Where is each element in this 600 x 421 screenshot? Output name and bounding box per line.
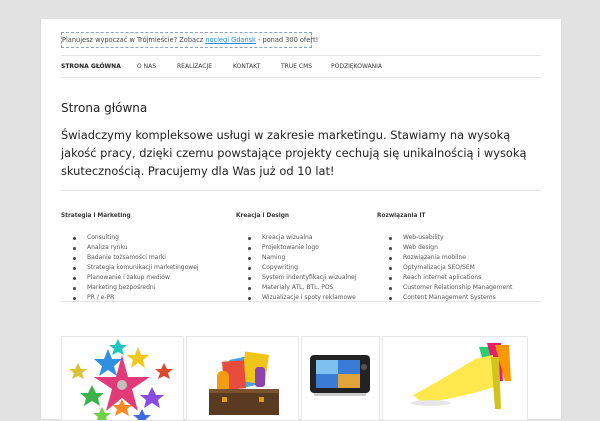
promo-banner: Planujesz wypoczać w Trójmieście? Zobacz… xyxy=(61,32,318,48)
list-item: Naming xyxy=(236,253,386,263)
list-item: Badanie tożsamości marki xyxy=(61,253,211,263)
promo-suffix: - ponad 300 ofert! xyxy=(257,36,319,44)
list-item: Planowanie i zakup mediów xyxy=(61,273,211,283)
list-item: System indentyfikacji wizualnej xyxy=(236,273,386,283)
column-heading: Strategia i Marketing xyxy=(61,213,131,219)
camera-device-image[interactable] xyxy=(301,336,380,421)
services-column-it: Rozwiązania IT Web-usability Web design … xyxy=(377,213,527,303)
column-heading: Kreacja i Design xyxy=(236,213,290,219)
nav-item-home[interactable]: STRONA GŁÓWNA xyxy=(61,56,121,77)
nav-item-realizations[interactable]: REALIZACJE xyxy=(177,56,212,77)
promo-prefix: Planujesz wypoczać w Trójmieście? Zobacz xyxy=(62,36,204,44)
list-item: Reach internet aplications xyxy=(377,273,527,283)
promo-link[interactable]: noclegi Gdańsk xyxy=(205,36,256,44)
list-item: Projektowanie logo xyxy=(236,243,386,253)
page-title: Strona główna xyxy=(61,101,148,115)
colorful-stars-image[interactable] xyxy=(61,336,184,421)
nav-item-thanks[interactable]: PODZIĘKOWANIA xyxy=(331,56,382,77)
list-item: Marketing bezpośredni xyxy=(61,283,211,293)
list-item: Kreacja wizualna xyxy=(236,233,386,243)
list-item: Strategia komunikacji marketingowej xyxy=(61,263,211,273)
list-item: Consulting xyxy=(61,233,211,243)
list-item: Rozwiązania mobilne xyxy=(377,253,527,263)
nav-item-contact[interactable]: KONTAKT xyxy=(233,56,260,77)
list-item: Analiza rynku xyxy=(61,243,211,253)
list-item: Web-usability xyxy=(377,233,527,243)
page-container: Planujesz wypoczać w Trójmieście? Zobacz… xyxy=(40,19,562,421)
nav-item-about[interactable]: O NAS xyxy=(137,56,156,77)
list-item: Web design xyxy=(377,243,527,253)
divider xyxy=(61,301,541,302)
list-item: Optymalizacja SEO/SEM xyxy=(377,263,527,273)
nav-item-true-cms[interactable]: TRUE CMS xyxy=(281,56,312,77)
suitcase-with-documents-image[interactable] xyxy=(186,336,299,421)
list-item: Customer Relationship Management xyxy=(377,283,527,293)
services-column-strategy: Strategia i Marketing Consulting Analiza… xyxy=(61,213,211,303)
intro-paragraph: Świadczymy kompleksowe usługi w zakresie… xyxy=(61,128,527,178)
list-item: Materiały ATL, BTL, POS xyxy=(236,283,386,293)
colorful-high-heels-image[interactable] xyxy=(382,336,528,421)
divider xyxy=(61,190,541,191)
services-column-design: Kreacja i Design Kreacja wizualna Projek… xyxy=(236,213,386,303)
list-item: Copywriting xyxy=(236,263,386,273)
main-navigation: STRONA GŁÓWNA O NAS REALIZACJE KONTAKT T… xyxy=(61,55,541,78)
column-heading: Rozwiązania IT xyxy=(377,213,426,219)
